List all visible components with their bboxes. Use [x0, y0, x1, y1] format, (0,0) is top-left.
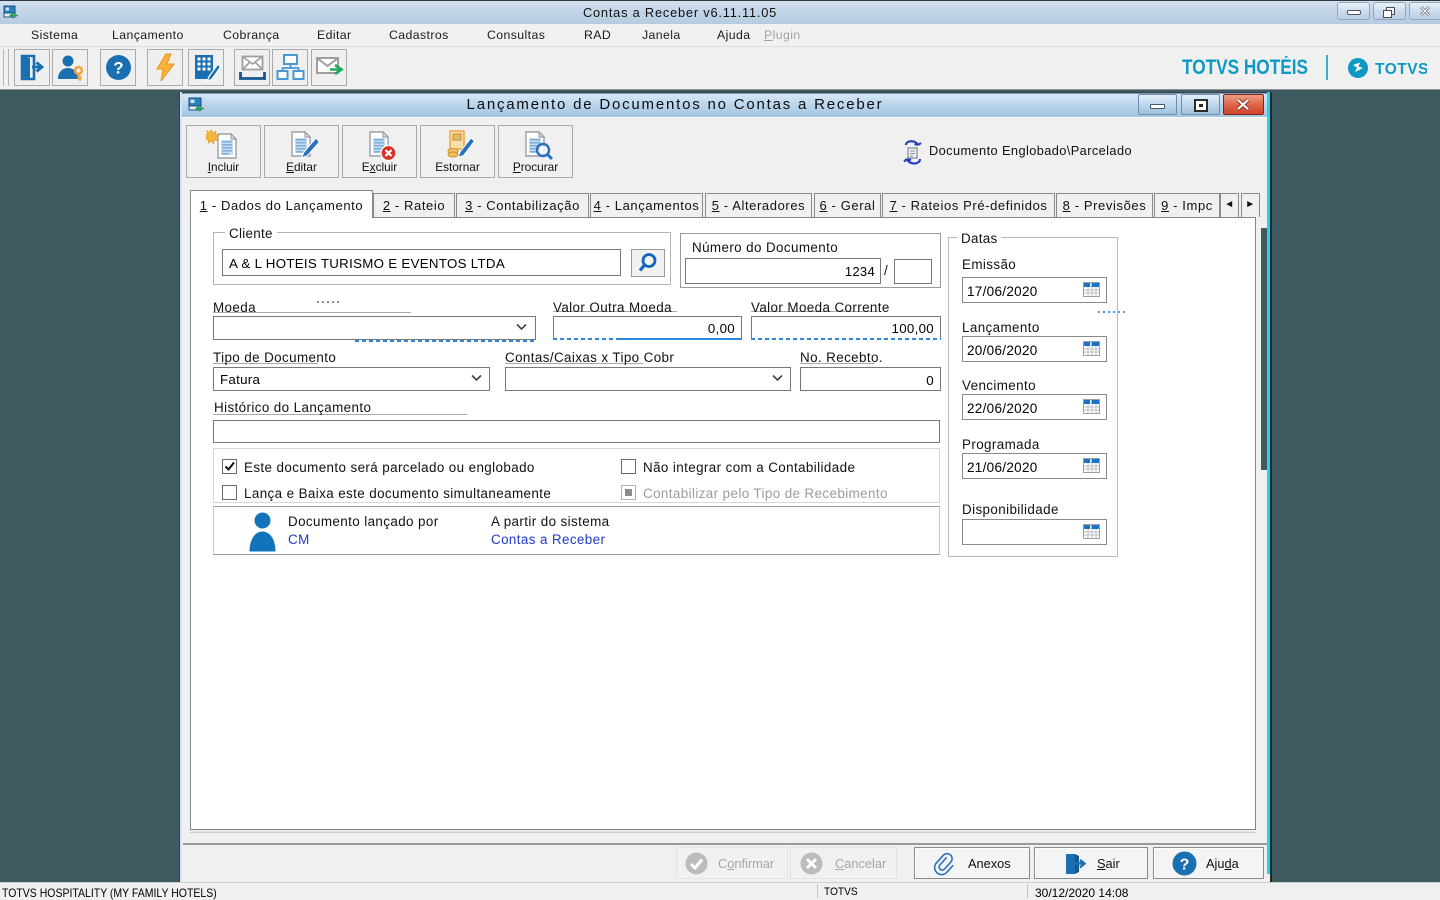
svg-text:?: ? [1180, 857, 1190, 874]
svg-text:TOTVS: TOTVS [1375, 61, 1427, 78]
svg-text:?: ? [113, 59, 123, 78]
